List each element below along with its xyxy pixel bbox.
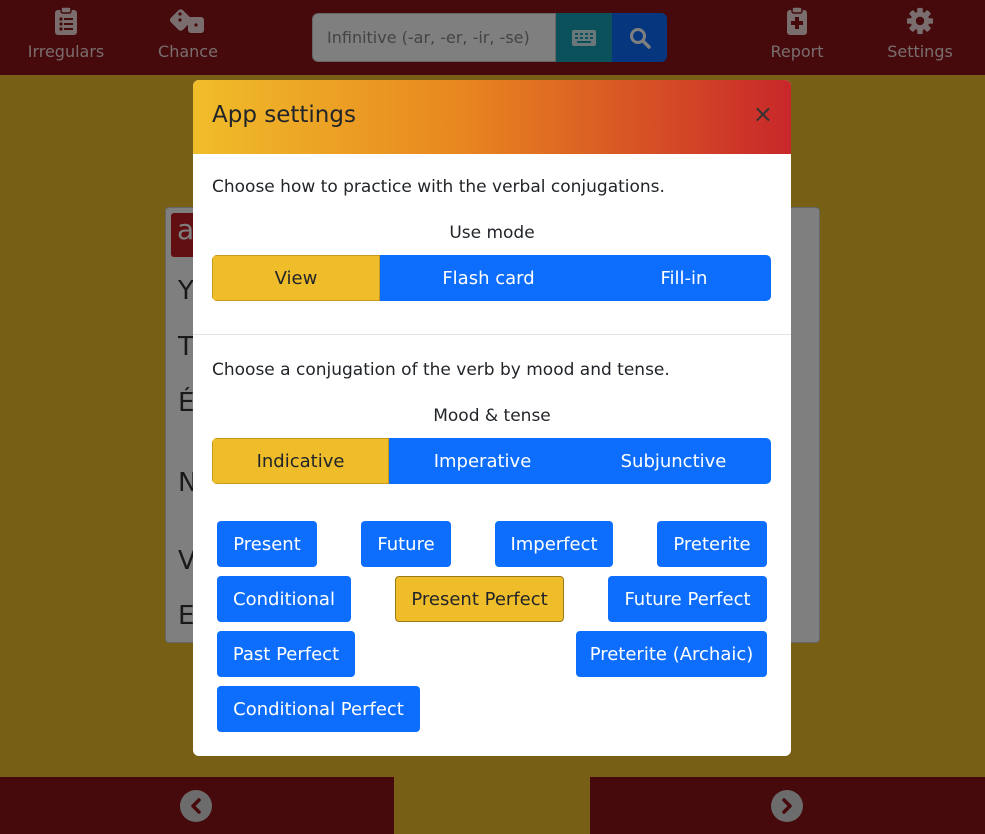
tense-present-perfect[interactable]: Present Perfect bbox=[395, 576, 564, 622]
use-mode-view[interactable]: View bbox=[212, 255, 380, 301]
use-mode-flash-card[interactable]: Flash card bbox=[380, 255, 597, 301]
tense-conditional-perfect[interactable]: Conditional Perfect bbox=[217, 686, 420, 732]
section-divider bbox=[193, 334, 791, 335]
mood-indicative[interactable]: Indicative bbox=[212, 438, 389, 484]
tense-future-perfect[interactable]: Future Perfect bbox=[608, 576, 767, 622]
tense-preterite-archaic[interactable]: Preterite (Archaic) bbox=[576, 631, 767, 677]
tense-conditional[interactable]: Conditional bbox=[217, 576, 351, 622]
practice-description: Choose how to practice with the verbal c… bbox=[212, 177, 665, 197]
use-mode-group: View Flash card Fill-in bbox=[212, 255, 771, 301]
tense-past-perfect[interactable]: Past Perfect bbox=[217, 631, 355, 677]
use-mode-label: Use mode bbox=[449, 223, 535, 243]
modal-title: App settings bbox=[212, 102, 356, 128]
tense-future[interactable]: Future bbox=[361, 521, 451, 567]
use-mode-fill-in[interactable]: Fill-in bbox=[597, 255, 771, 301]
tense-imperfect[interactable]: Imperfect bbox=[495, 521, 613, 567]
tense-present[interactable]: Present bbox=[217, 521, 317, 567]
mood-group: Indicative Imperative Subjunctive bbox=[212, 438, 771, 484]
conjugation-description: Choose a conjugation of the verb by mood… bbox=[212, 360, 670, 380]
mood-imperative[interactable]: Imperative bbox=[389, 438, 576, 484]
mood-subjunctive[interactable]: Subjunctive bbox=[576, 438, 771, 484]
close-button[interactable]: × bbox=[753, 102, 773, 126]
settings-modal: App settings × Choose how to practice wi… bbox=[193, 80, 791, 756]
modal-header: App settings × bbox=[193, 80, 791, 154]
tense-preterite[interactable]: Preterite bbox=[657, 521, 767, 567]
mood-label: Mood & tense bbox=[433, 406, 551, 426]
